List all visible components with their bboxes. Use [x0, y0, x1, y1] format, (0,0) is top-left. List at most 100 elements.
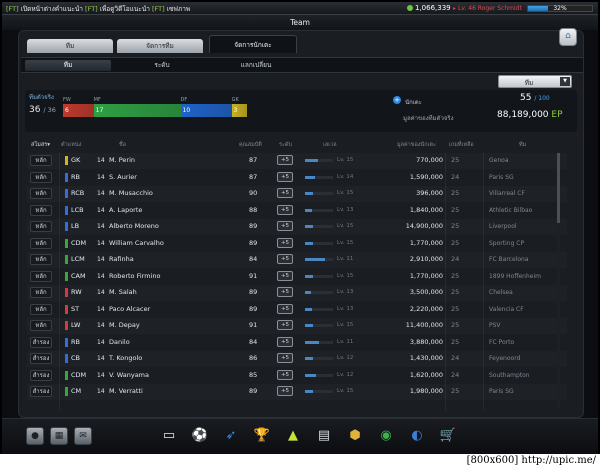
season-badge-icon: 14	[97, 190, 105, 197]
column-header-level[interactable]: ระดับ	[279, 141, 292, 149]
squad-status-button[interactable]: สำรอง	[30, 386, 52, 397]
shop-icon[interactable]: 🛒	[437, 425, 459, 447]
home-button[interactable]: ⌂	[559, 28, 577, 46]
player-name[interactable]: M. Perin	[109, 156, 135, 164]
table-row[interactable]: หลัก CDM 14 William Carvalho 89 +5 Lv. 15 1,770…	[27, 236, 567, 252]
squad-status-button[interactable]: หลัก	[30, 171, 52, 183]
table-row[interactable]: หลัก RW 14 M. Salah 89 +5 Lv. 13 3,500,000 25 Che…	[27, 285, 567, 301]
table-row[interactable]: สำรอง CM 14 M. Verratti 89 +5 Lv. 15 1,980,000 2…	[27, 384, 567, 400]
trophy-icon[interactable]: 🏆	[251, 425, 273, 447]
squad-status-button[interactable]: หลัก	[30, 221, 52, 232]
table-row[interactable]: หลัก LCM 14 Rafinha 84 +5 Lv. 11 2,910,000 24 FC …	[27, 252, 567, 268]
tab-manage-team[interactable]: จัดการทีม	[117, 39, 203, 53]
level-up-button[interactable]: +5	[277, 369, 293, 380]
table-row[interactable]: สำรอง RB 14 Danilo 84 +5 Lv. 11 3,880,000 25 FC P…	[27, 335, 567, 351]
level-up-button[interactable]: +5	[277, 386, 293, 396]
profile-button[interactable]: ●	[26, 427, 44, 445]
player-name[interactable]: T. Kongolo	[109, 354, 142, 362]
player-name[interactable]: William Carvalho	[109, 239, 164, 247]
cards-icon[interactable]: ▭	[158, 425, 180, 447]
level-up-button[interactable]: +5	[277, 353, 293, 363]
subtab-team[interactable]: ทีม	[25, 60, 111, 71]
player-name[interactable]: Paco Alcacer	[109, 305, 150, 313]
level-up-button[interactable]: +5	[277, 336, 293, 347]
player-name[interactable]: S. Aurier	[109, 173, 137, 181]
column-header-ovr[interactable]: คุณสมบัติ	[239, 141, 262, 149]
book-icon[interactable]: ▤	[313, 425, 335, 447]
exp-bar-fill	[305, 324, 314, 327]
squad-status-button[interactable]: หลัก	[30, 237, 52, 249]
level-up-button[interactable]: +5	[277, 254, 293, 264]
level-up-button[interactable]: +5	[277, 287, 293, 297]
inventory-button[interactable]: ▦	[50, 427, 68, 445]
squad-status-button[interactable]: หลัก	[30, 270, 52, 282]
column-header-club-sort[interactable]: สโมสร▾	[31, 141, 50, 149]
table-row[interactable]: หลัก RCB 14 M. Musacchio 90 +5 Lv. 15 396,000 25…	[27, 186, 567, 202]
level-up-button[interactable]: +5	[277, 155, 293, 165]
tab-manage-players[interactable]: จัดการนักเตะ	[209, 35, 297, 53]
position-color-chip	[65, 321, 68, 330]
squad-status-button[interactable]: หลัก	[30, 303, 52, 315]
ball-icon[interactable]: ⚽	[189, 425, 211, 447]
pitch-icon[interactable]: ◉	[375, 425, 397, 447]
player-name[interactable]: Roberto Firmino	[109, 272, 160, 280]
position-color-chip	[65, 387, 68, 396]
medal-icon[interactable]: ⬢	[344, 425, 366, 447]
squad-status-button[interactable]: หลัก	[30, 254, 52, 265]
squad-status-button[interactable]: สำรอง	[30, 353, 52, 364]
squad-status-button[interactable]: หลัก	[30, 320, 52, 331]
squad-status-button[interactable]: หลัก	[30, 188, 52, 199]
column-header-contract[interactable]: เกมที่เหลือ	[449, 141, 474, 149]
scout-icon[interactable]: ◐	[406, 425, 428, 447]
table-row[interactable]: หลัก LW 14 M. Depay 91 +5 Lv. 15 11,400,000 25 PS…	[27, 318, 567, 334]
squad-status-button[interactable]: หลัก	[30, 287, 52, 298]
table-row[interactable]: สำรอง CDM 14 V. Wanyama 85 +5 Lv. 12 1,620,000 2…	[27, 368, 567, 384]
tab-team[interactable]: ทีม	[27, 39, 113, 53]
player-price: 1,590,000	[409, 172, 443, 181]
scrollbar-thumb[interactable]	[557, 153, 560, 223]
add-player-label[interactable]: นักเตะ	[405, 97, 422, 107]
player-name[interactable]: V. Wanyama	[109, 371, 149, 379]
plus-icon[interactable]: +	[393, 96, 401, 104]
column-header-team[interactable]: ทีม	[519, 141, 526, 149]
player-name[interactable]: M. Verratti	[109, 387, 143, 395]
table-row[interactable]: หลัก RB 14 S. Aurier 87 +5 Lv. 14 1,590,000 24 Pa…	[27, 170, 567, 186]
player-name[interactable]: Danilo	[109, 338, 130, 346]
level-up-button[interactable]: +5	[277, 171, 293, 182]
player-name[interactable]: Rafinha	[109, 255, 134, 263]
table-scrollbar[interactable]	[557, 153, 560, 409]
column-header-price[interactable]: มูลค่าของนักเตะ	[397, 141, 436, 149]
squad-status-button[interactable]: หลัก	[30, 155, 52, 166]
level-up-button[interactable]: +5	[277, 270, 293, 281]
squad-status-button[interactable]: สำรอง	[30, 369, 52, 381]
squad-status-button[interactable]: สำรอง	[30, 336, 52, 348]
player-name[interactable]: M. Musacchio	[109, 189, 153, 197]
table-row[interactable]: หลัก ST 14 Paco Alcacer 89 +5 Lv. 13 2,220,000 2…	[27, 302, 567, 318]
column-header-name[interactable]: ชื่อ	[119, 141, 126, 149]
team-filter-dropdown[interactable]: ทีม ▼	[498, 75, 572, 88]
table-row[interactable]: หลัก LCB 14 A. Laporte 88 +5 Lv. 13 1,840,000 25…	[27, 203, 567, 219]
player-name[interactable]: A. Laporte	[109, 206, 142, 214]
mail-button[interactable]: ✉	[74, 427, 92, 445]
level-up-button[interactable]: +5	[277, 204, 293, 215]
squad-status-button[interactable]: หลัก	[30, 204, 52, 216]
table-row[interactable]: สำรอง CB 14 T. Kongolo 86 +5 Lv. 12 1,430,000 24…	[27, 351, 567, 367]
cone-icon[interactable]: ▲	[282, 425, 304, 447]
table-row[interactable]: หลัก GK 14 M. Perin 87 +5 Lv. 15 770,000 25 Genoa	[27, 153, 567, 169]
boot-icon[interactable]: ➶	[220, 425, 242, 447]
level-up-button[interactable]: +5	[277, 237, 293, 248]
subtab-level[interactable]: ระดับ	[121, 60, 203, 71]
column-header-position[interactable]: ตำแหน่ง	[61, 141, 81, 149]
grid-icon: ▦	[54, 431, 64, 441]
table-row[interactable]: หลัก LB 14 Alberto Moreno 89 +5 Lv. 15 14,900,0…	[27, 219, 567, 235]
column-header-exp[interactable]: เลเวล	[323, 141, 337, 149]
player-name[interactable]: Alberto Moreno	[109, 222, 159, 230]
subtab-exchange[interactable]: แลกเปลี่ยน	[211, 60, 301, 71]
level-up-button[interactable]: +5	[277, 188, 293, 198]
level-up-button[interactable]: +5	[277, 221, 293, 231]
player-name[interactable]: M. Depay	[109, 321, 140, 329]
player-name[interactable]: M. Salah	[109, 288, 137, 296]
level-up-button[interactable]: +5	[277, 320, 293, 330]
level-up-button[interactable]: +5	[277, 303, 293, 314]
table-row[interactable]: หลัก CAM 14 Roberto Firmino 91 +5 Lv. 15 1,770,…	[27, 269, 567, 285]
